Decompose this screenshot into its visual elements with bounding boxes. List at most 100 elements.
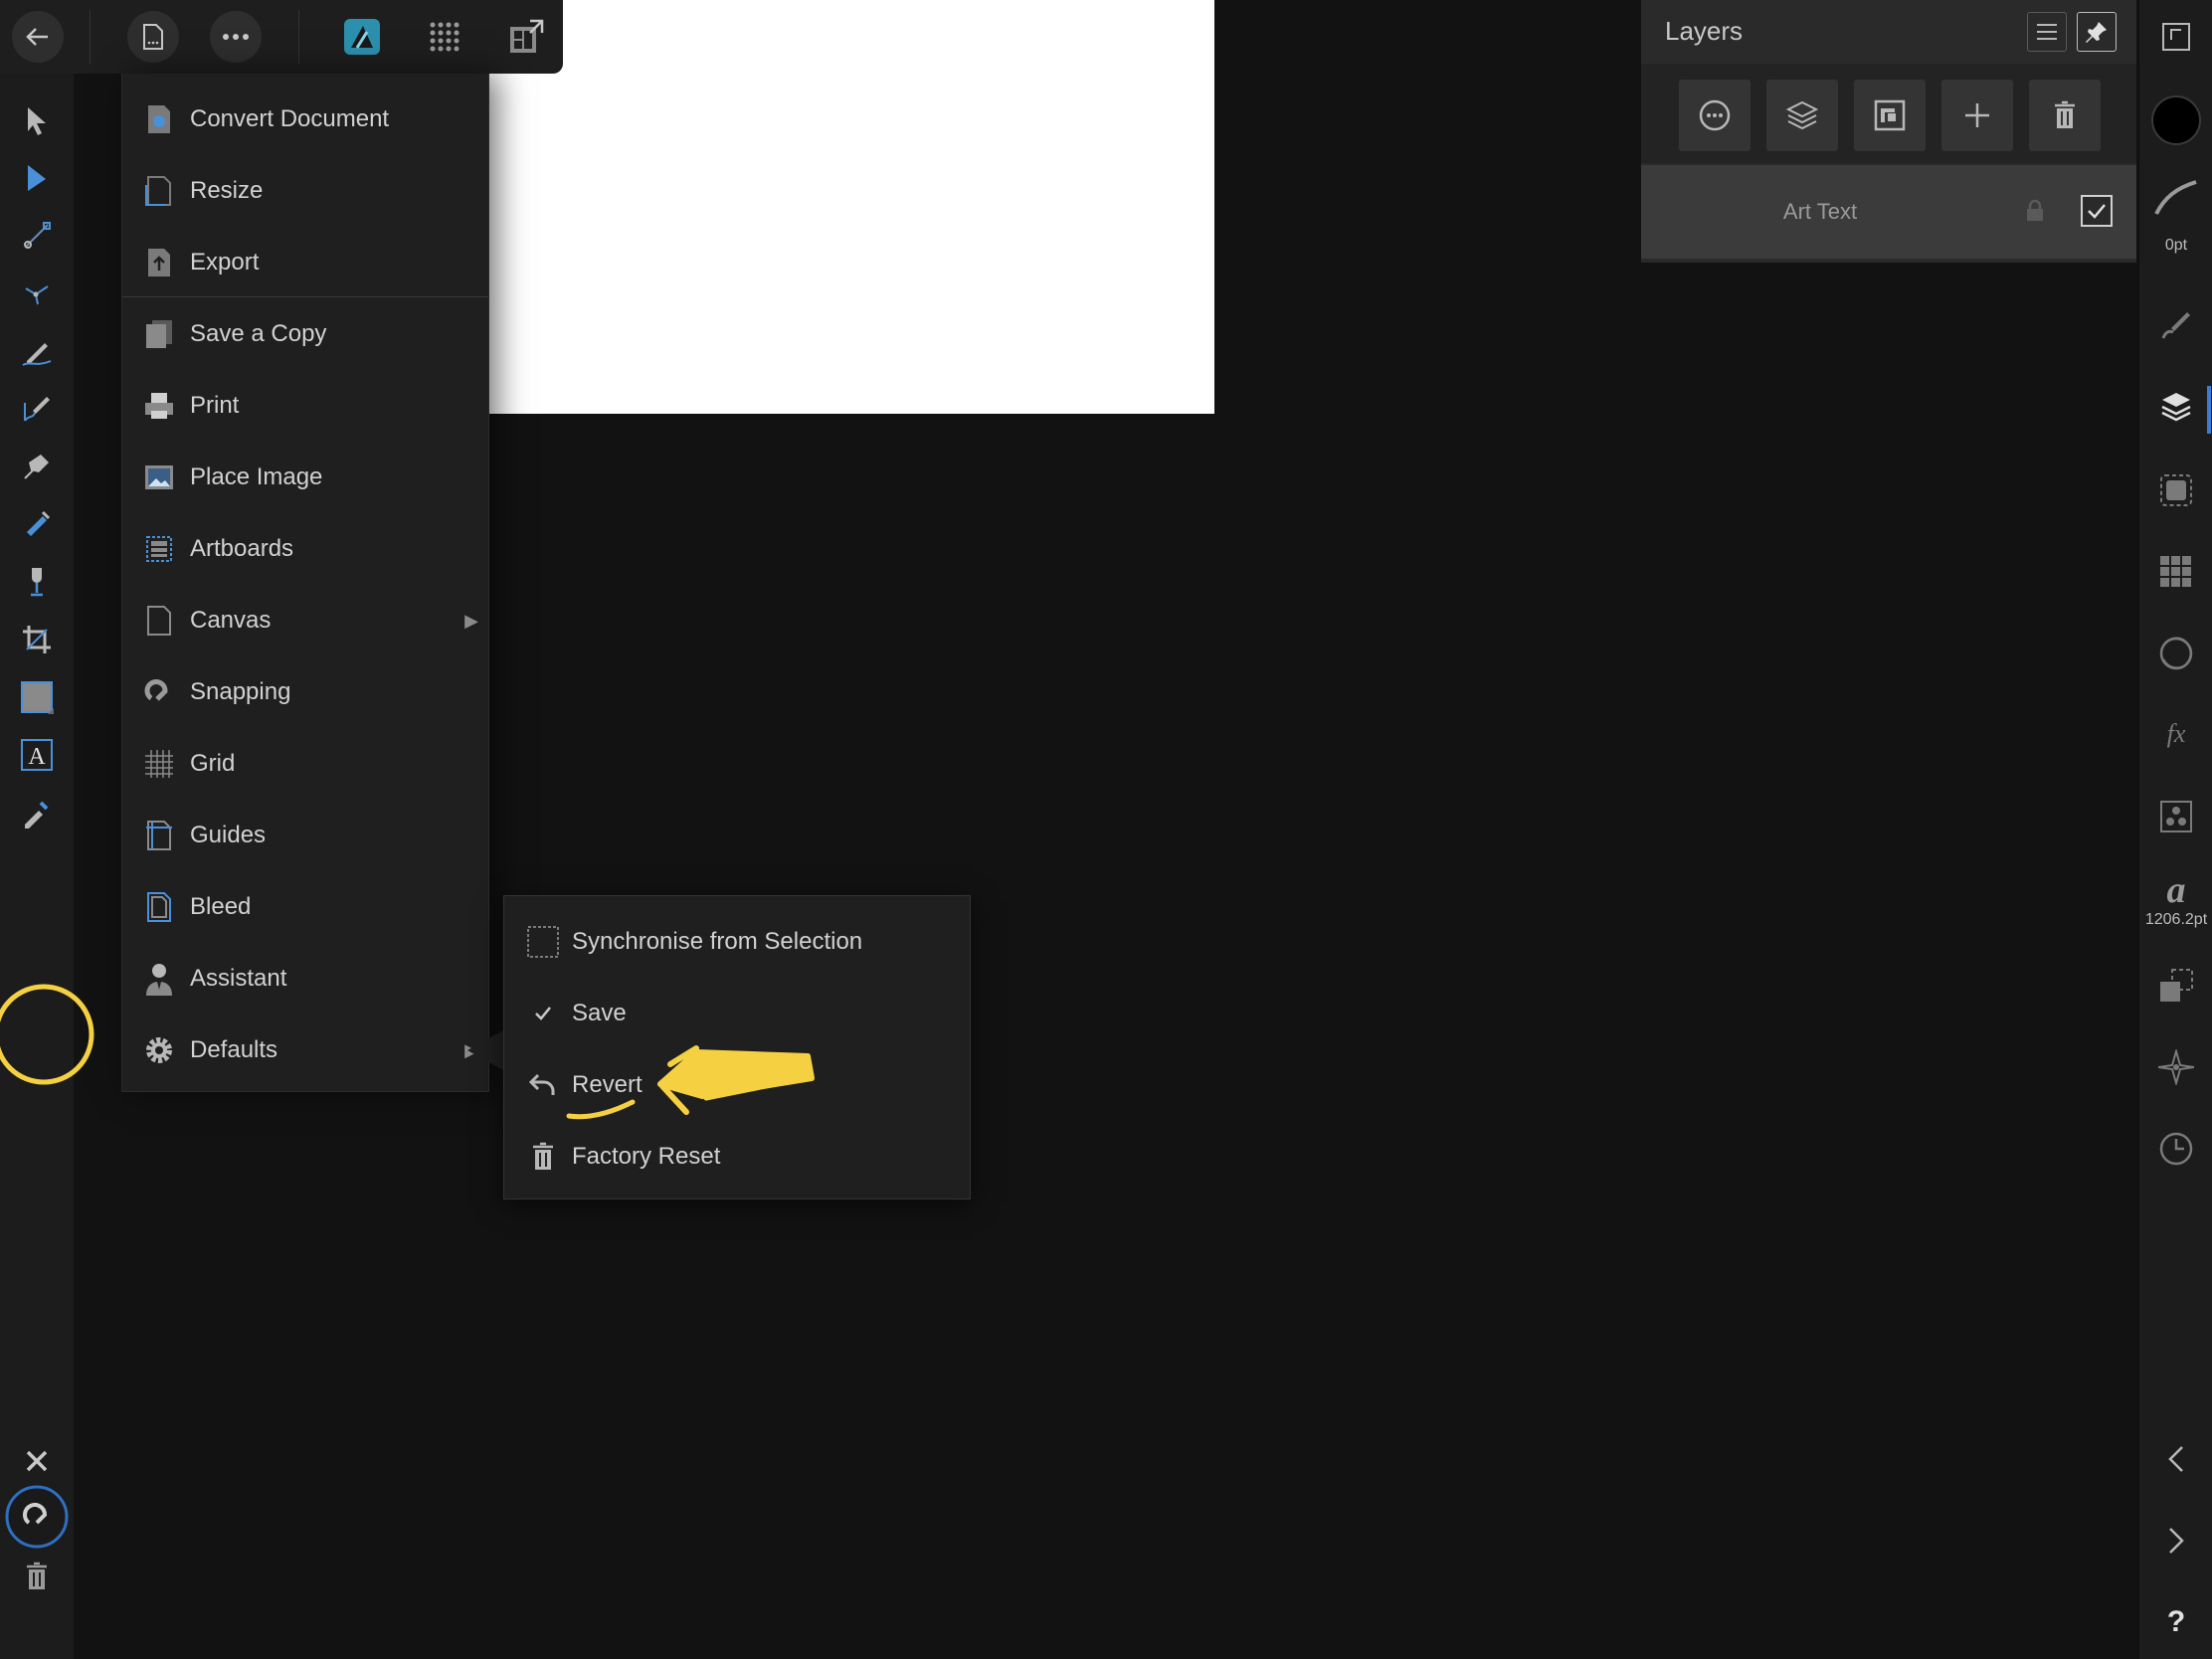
menu-item-synchronise-from-selection[interactable]: Synchronise from Selection (504, 906, 970, 978)
fill-pen-icon (21, 508, 53, 540)
guides-icon (142, 819, 176, 852)
magnet-icon (5, 1485, 69, 1549)
navigator-studio-button[interactable] (2151, 1042, 2201, 1092)
snapping-icon (142, 675, 176, 709)
crop-tool[interactable] (12, 615, 62, 664)
brushes-studio-button[interactable] (2151, 300, 2201, 350)
menu-item-canvas[interactable]: Canvas ▶ (122, 585, 488, 656)
menu-item-place-image[interactable]: Place Image (122, 442, 488, 513)
menu-item-guides[interactable]: Guides (122, 800, 488, 871)
designer-persona-button[interactable] (336, 11, 388, 63)
menu-item-save-defaults[interactable]: Save (504, 978, 970, 1049)
pixel-persona-button[interactable] (419, 11, 470, 63)
menu-item-print[interactable]: Print (122, 370, 488, 442)
font-size-label: 1206.2pt (2144, 911, 2208, 928)
collapse-panel-button[interactable] (2151, 1434, 2201, 1484)
transform-studio-button[interactable] (2151, 961, 2201, 1011)
plus-icon (1963, 101, 1991, 129)
print-icon (142, 389, 176, 423)
pin-panel-button[interactable] (2077, 12, 2117, 52)
revert-icon (526, 1068, 560, 1102)
menu-item-convert-document[interactable]: Convert Document (122, 84, 488, 155)
document-menu-button[interactable] (127, 11, 179, 63)
export-persona-button[interactable] (500, 11, 552, 63)
more-options-button[interactable] (210, 11, 262, 63)
layers-studio-button[interactable] (2151, 382, 2201, 432)
add-group-button[interactable] (1766, 80, 1838, 151)
layer-row[interactable]: Art Text (1641, 165, 2136, 259)
fullscreen-button[interactable] (2151, 12, 2201, 62)
menu-item-save-a-copy[interactable]: Save a Copy (122, 298, 488, 370)
swatches-studio-button[interactable] (2151, 547, 2201, 597)
point-transform-tool[interactable] (12, 211, 62, 261)
help-button[interactable]: ? (2151, 1597, 2201, 1647)
color-picker-tool[interactable] (12, 788, 62, 837)
stroke-button[interactable] (2151, 173, 2201, 223)
stroke-curve-icon (2154, 178, 2198, 218)
color-studio-button[interactable] (2151, 629, 2201, 678)
delete-layer-button[interactable] (2029, 80, 2101, 151)
pencil-tool[interactable] (12, 326, 62, 376)
stroke-width-label: 0pt (2164, 237, 2188, 254)
vector-brush-tool[interactable] (12, 384, 62, 434)
snapping-toggle-button[interactable] (5, 1485, 69, 1549)
svg-text:a: a (2167, 872, 2186, 908)
node-tool[interactable] (12, 153, 62, 203)
fill-tool[interactable] (12, 499, 62, 549)
expand-panel-button[interactable] (2151, 1516, 2201, 1566)
top-toolbar (0, 0, 563, 74)
transform-icon (2158, 968, 2194, 1004)
menu-item-bleed[interactable]: Bleed (122, 871, 488, 943)
menu-item-factory-reset[interactable]: Factory Reset (504, 1121, 970, 1193)
styles-studio-button[interactable] (2151, 792, 2201, 841)
transparency-tool[interactable] (12, 557, 62, 607)
menu-item-revert[interactable]: Revert (504, 1049, 970, 1121)
font-a-icon: a (2159, 872, 2193, 908)
convert-document-icon (142, 102, 176, 136)
delete-button[interactable] (12, 1552, 62, 1601)
layers-actions (1641, 64, 2136, 163)
trash-icon (2053, 100, 2077, 130)
add-mask-button[interactable] (1854, 80, 1926, 151)
color-wheel-icon (2158, 636, 2194, 671)
document-icon (141, 23, 165, 51)
chevron-right-icon (2166, 1526, 2186, 1556)
close-icon (25, 1449, 49, 1473)
appearance-studio-button[interactable] (2151, 465, 2201, 515)
character-studio-button[interactable]: a (2151, 865, 2201, 915)
layers-menu-button[interactable] (2027, 12, 2067, 52)
lock-icon[interactable] (2025, 199, 2045, 223)
layers-panel: Layers Art Text (1641, 0, 2136, 263)
visibility-checkbox[interactable] (2081, 195, 2113, 227)
brush-icon (2159, 308, 2193, 342)
menu-item-grid[interactable]: Grid (122, 728, 488, 800)
menu-item-assistant[interactable]: Assistant (122, 943, 488, 1014)
canvas-icon (142, 604, 176, 638)
menu-item-defaults[interactable]: Defaults ▶ (122, 1014, 488, 1086)
resize-icon (142, 174, 176, 208)
menu-item-resize[interactable]: Resize (122, 155, 488, 227)
artistic-text-tool[interactable]: A (12, 730, 62, 780)
point-transform-icon (22, 221, 52, 251)
back-button[interactable] (12, 11, 64, 63)
pen-tool[interactable] (12, 442, 62, 491)
close-tool-button[interactable] (12, 1436, 62, 1486)
rectangle-tool[interactable] (12, 672, 62, 722)
corner-tool[interactable] (12, 269, 62, 318)
menu-item-export[interactable]: Export (122, 227, 488, 298)
layer-options-button[interactable] (1679, 80, 1751, 151)
save-copy-icon (142, 317, 176, 351)
appearance-icon (2158, 472, 2194, 508)
artboard-canvas[interactable] (487, 0, 1214, 414)
fx-icon: fx (2158, 720, 2194, 750)
studio-bar: 0pt fx a 1206.2pt ? (2138, 0, 2212, 1659)
history-studio-button[interactable] (2151, 1124, 2201, 1174)
menu-item-artboards[interactable]: Artboards (122, 513, 488, 585)
effects-studio-button[interactable]: fx (2151, 710, 2201, 760)
fill-color-swatch[interactable] (2151, 95, 2201, 145)
color-swatch-icon (2151, 95, 2201, 145)
add-layer-button[interactable] (1941, 80, 2013, 151)
layer-name: Art Text (1782, 199, 1858, 224)
move-tool[interactable] (12, 95, 62, 145)
menu-item-snapping[interactable]: Snapping (122, 656, 488, 728)
